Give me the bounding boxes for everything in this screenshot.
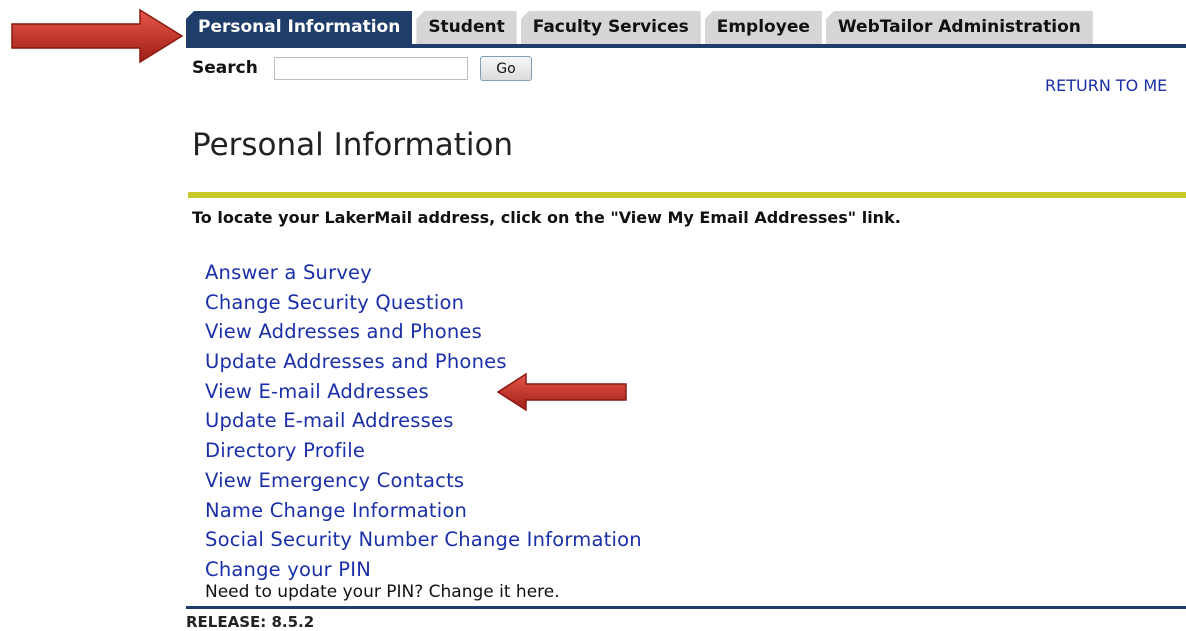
menu-item: Answer a Survey xyxy=(205,258,642,288)
tab-student[interactable]: Student xyxy=(416,11,517,45)
menu-item: Change Security Question xyxy=(205,288,642,318)
answer-survey-link[interactable]: Answer a Survey xyxy=(205,261,372,284)
menu-item: Change your PIN xyxy=(205,555,642,585)
search-input[interactable] xyxy=(274,57,468,80)
menu-item: Name Change Information xyxy=(205,496,642,526)
return-to-menu-link[interactable]: RETURN TO ME xyxy=(1045,76,1167,95)
name-change-information-link[interactable]: Name Change Information xyxy=(205,499,467,522)
search-label: Search xyxy=(192,58,258,78)
change-security-question-link[interactable]: Change Security Question xyxy=(205,291,464,314)
directory-profile-link[interactable]: Directory Profile xyxy=(205,439,365,462)
menu-item: View Emergency Contacts xyxy=(205,466,642,496)
tab-personal-information[interactable]: Personal Information xyxy=(186,11,413,45)
pointer-arrow-icon xyxy=(496,372,627,412)
tab-bar: Personal Information Student Faculty Ser… xyxy=(186,11,1097,45)
personal-info-menu: Answer a Survey Change Security Question… xyxy=(205,258,642,585)
title-divider xyxy=(188,192,1186,198)
pin-description: Need to update your PIN? Change it here. xyxy=(205,582,560,602)
ssn-change-information-link[interactable]: Social Security Number Change Informatio… xyxy=(205,528,642,551)
tab-faculty-services[interactable]: Faculty Services xyxy=(520,11,701,45)
update-addresses-phones-link[interactable]: Update Addresses and Phones xyxy=(205,350,507,373)
page-title: Personal Information xyxy=(192,127,514,163)
update-email-addresses-link[interactable]: Update E-mail Addresses xyxy=(205,409,454,432)
footer-divider xyxy=(186,606,1186,609)
go-button[interactable]: Go xyxy=(480,56,532,81)
menu-item: Social Security Number Change Informatio… xyxy=(205,525,642,555)
view-email-addresses-link[interactable]: View E-mail Addresses xyxy=(205,380,429,403)
change-pin-link[interactable]: Change your PIN xyxy=(205,558,371,581)
tab-webtailor-administration[interactable]: WebTailor Administration xyxy=(825,11,1093,45)
menu-item: Directory Profile xyxy=(205,436,642,466)
tab-employee[interactable]: Employee xyxy=(704,11,822,45)
release-version: RELEASE: 8.5.2 xyxy=(186,613,315,631)
tab-underline xyxy=(186,44,1186,48)
menu-item: View Addresses and Phones xyxy=(205,317,642,347)
view-emergency-contacts-link[interactable]: View Emergency Contacts xyxy=(205,469,464,492)
info-text: To locate your LakerMail address, click … xyxy=(192,208,901,227)
view-addresses-phones-link[interactable]: View Addresses and Phones xyxy=(205,320,482,343)
pointer-arrow-icon xyxy=(11,8,184,64)
